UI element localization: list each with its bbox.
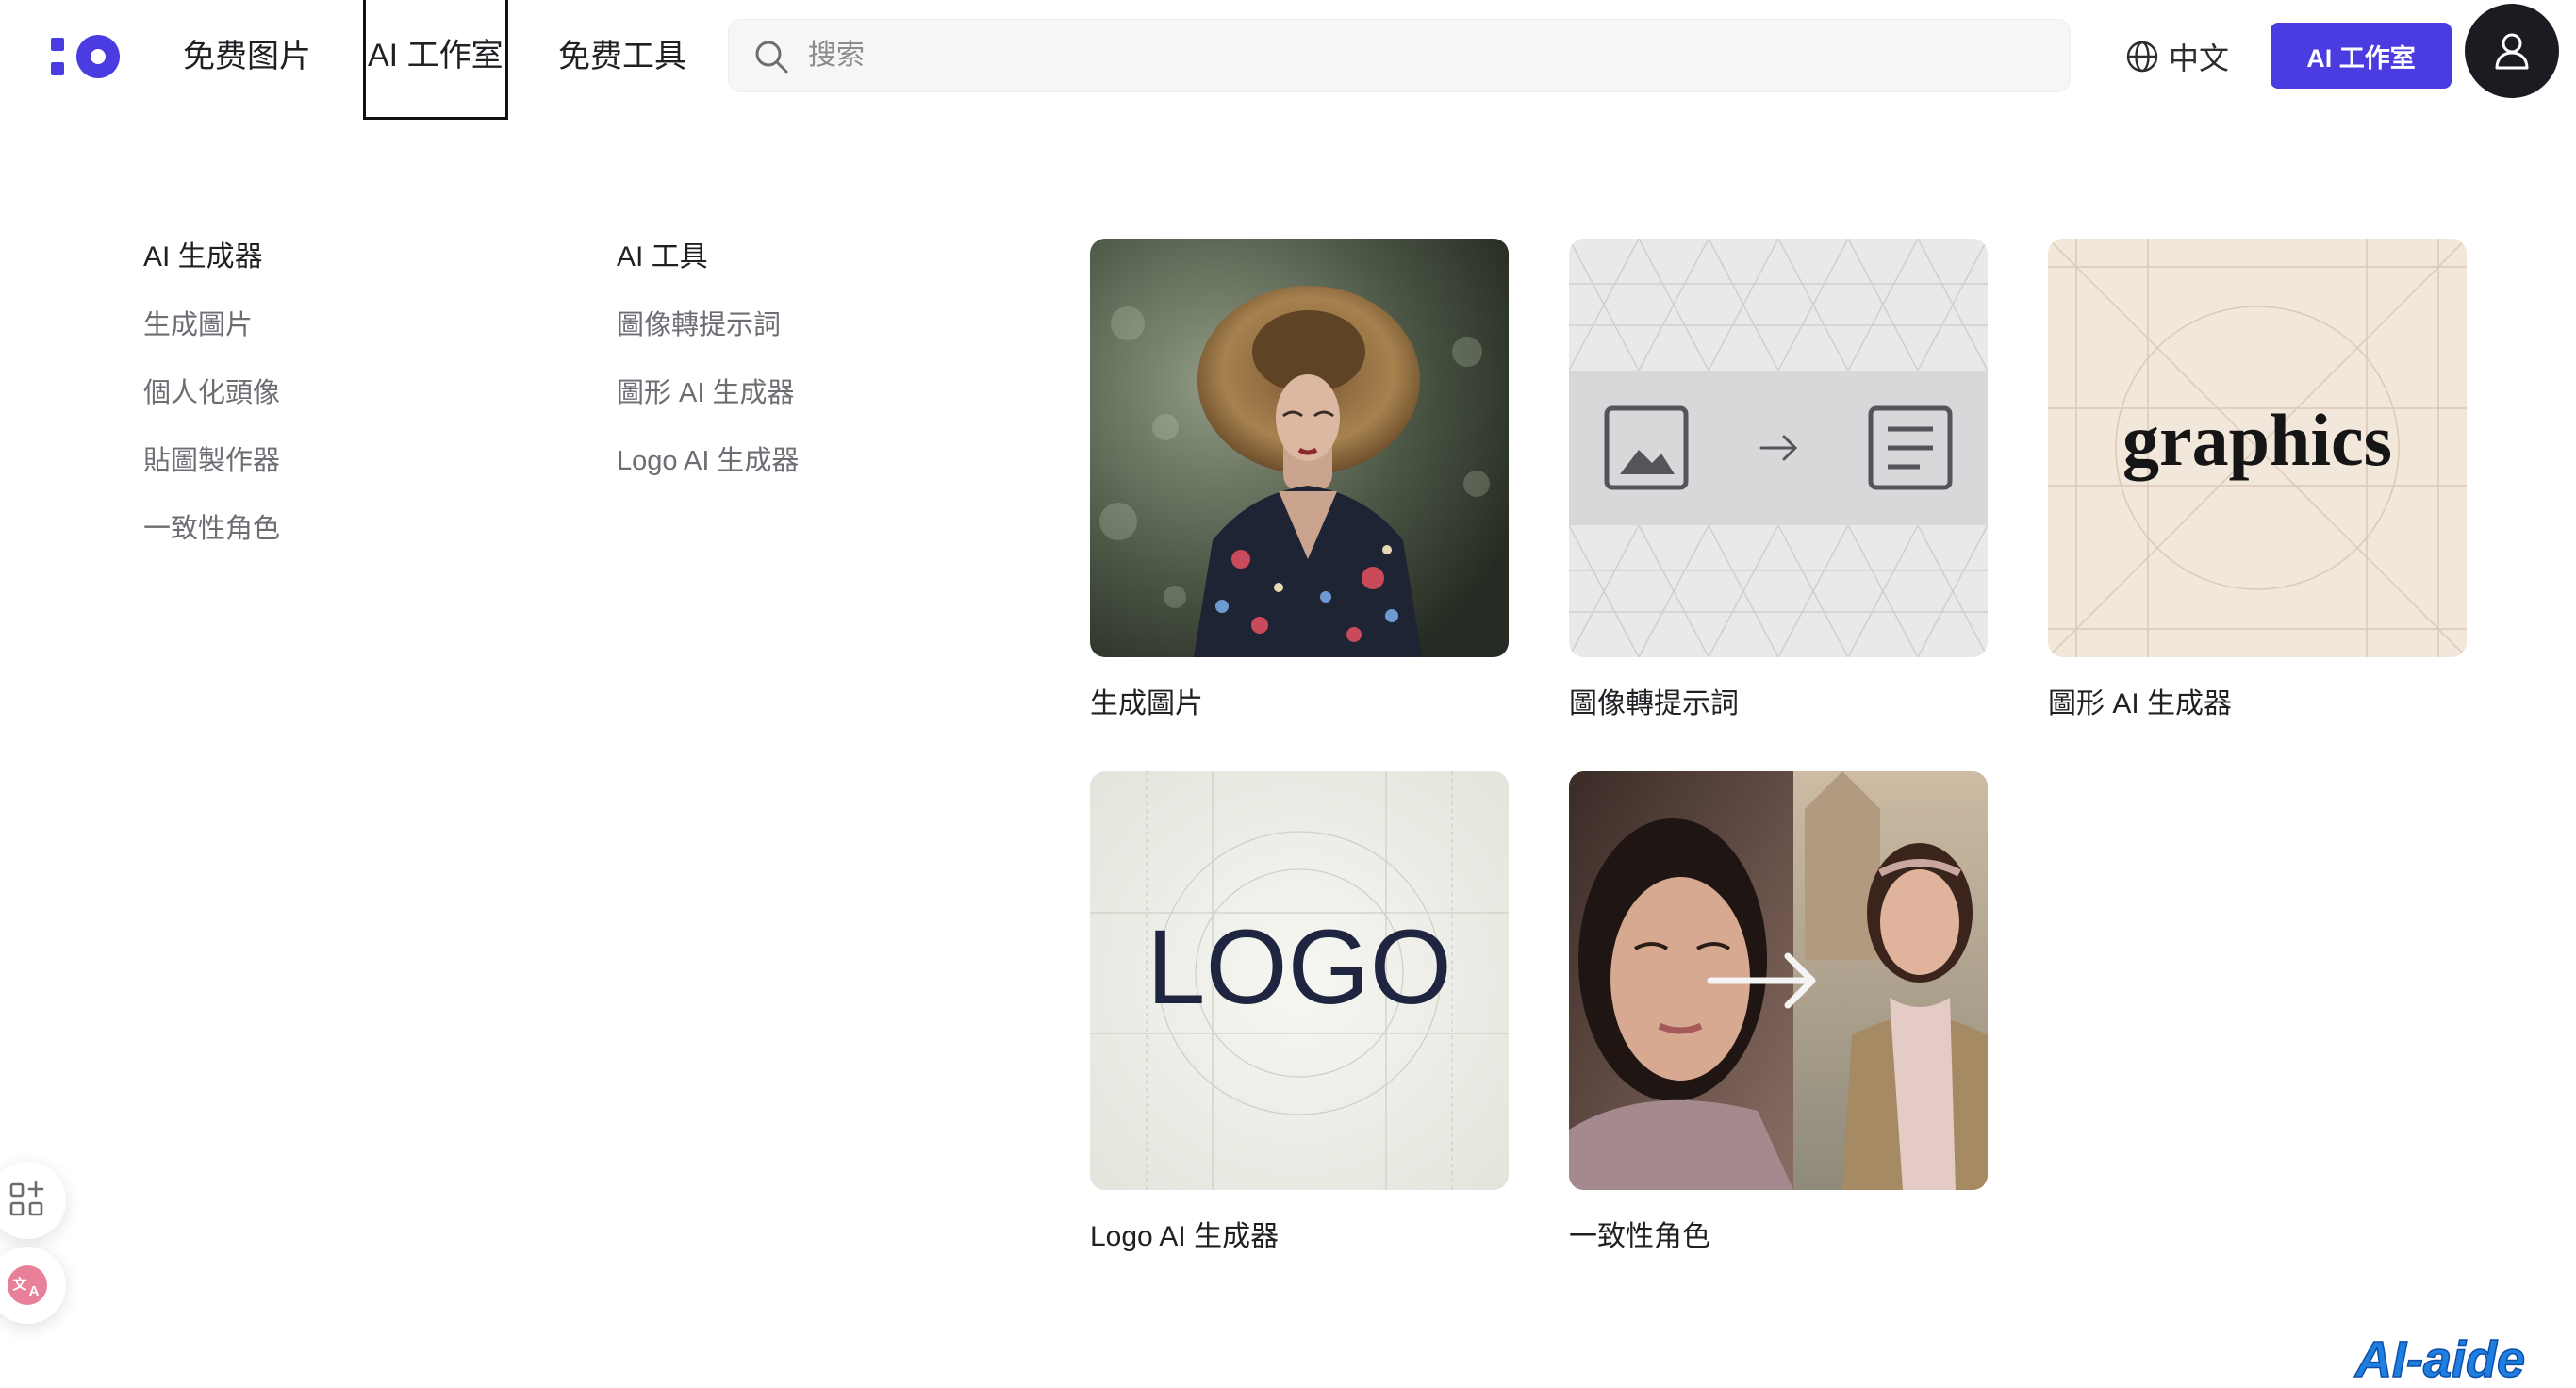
apps-grid-button[interactable] xyxy=(0,1162,66,1239)
nav-ai-studio[interactable]: AI 工作室 xyxy=(363,0,508,120)
card-label: 圖像轉提示詞 xyxy=(1569,688,1739,719)
user-icon xyxy=(2495,33,2529,70)
menu-item-personal-avatar[interactable]: 個人化頭像 xyxy=(143,370,280,417)
menu-heading-generators: AI 生成器 xyxy=(143,241,263,273)
card-consistent-character[interactable]: 一致性角色 xyxy=(1569,771,1988,1256)
search-bar xyxy=(728,19,2071,92)
menu-item-consistent-character[interactable]: 一致性角色 xyxy=(143,505,280,553)
translate-icon: 文 A xyxy=(8,1265,47,1305)
graphics-typography-image: graphics xyxy=(2048,239,2467,657)
nav-free-images[interactable]: 免费图片 xyxy=(183,28,311,85)
fashion-portrait-image xyxy=(1090,239,1509,657)
card-generate-image[interactable]: 生成圖片 xyxy=(1090,239,1509,723)
thumb-graphics-text: graphics xyxy=(2122,399,2392,481)
consistent-character-image xyxy=(1569,771,1988,1190)
nav-free-tools[interactable]: 免费工具 xyxy=(558,28,686,85)
brand-logo-icon[interactable] xyxy=(49,28,124,85)
svg-text:AI-aide: AI-aide xyxy=(2353,1331,2525,1388)
menu-item-graphic-ai-generator[interactable]: 圖形 AI 生成器 xyxy=(617,370,799,417)
card-logo-ai-generator[interactable]: LOGO Logo AI 生成器 xyxy=(1090,771,1509,1256)
ai-studio-button[interactable]: AI 工作室 xyxy=(2271,23,2452,89)
avatar[interactable] xyxy=(2465,4,2559,98)
translate-button[interactable]: 文 A xyxy=(0,1247,66,1324)
top-header: 免费图片 AI 工作室 免费工具 中文 AI 工作室 xyxy=(0,0,2576,120)
menu-ai-tools: AI 工具 圖像轉提示詞 圖形 AI 生成器 Logo AI 生成器 xyxy=(617,234,799,505)
card-image-to-prompt[interactable]: 圖像轉提示詞 xyxy=(1569,239,1988,723)
language-selector[interactable]: 中文 xyxy=(2125,28,2229,85)
card-label: 一致性角色 xyxy=(1569,1221,1710,1252)
watermark-logo: AI-aide xyxy=(2353,1331,2526,1388)
thumb-logo-text: LOGO xyxy=(1147,908,1452,1026)
menu-heading-tools: AI 工具 xyxy=(617,241,708,273)
menu-item-logo-ai-generator[interactable]: Logo AI 生成器 xyxy=(617,438,799,485)
svg-text:A: A xyxy=(29,1283,40,1299)
card-label: Logo AI 生成器 xyxy=(1090,1221,1280,1252)
svg-text:文: 文 xyxy=(12,1276,27,1293)
search-input[interactable] xyxy=(806,20,2032,91)
language-label: 中文 xyxy=(2169,41,2230,75)
logo-typography-image: LOGO xyxy=(1090,771,1509,1190)
search-icon xyxy=(755,41,788,74)
card-label: 圖形 AI 生成器 xyxy=(2048,688,2233,719)
image-to-text-illustration xyxy=(1569,239,1988,657)
card-label: 生成圖片 xyxy=(1090,688,1203,719)
menu-ai-generators: AI 生成器 生成圖片 個人化頭像 貼圖製作器 一致性角色 xyxy=(143,234,280,573)
globe-icon xyxy=(2126,41,2158,73)
apps-grid-icon xyxy=(9,1181,44,1216)
menu-item-generate-image[interactable]: 生成圖片 xyxy=(143,302,280,349)
menu-item-image-to-prompt[interactable]: 圖像轉提示詞 xyxy=(617,302,799,349)
menu-item-sticker-maker[interactable]: 貼圖製作器 xyxy=(143,438,280,485)
card-graphic-ai-generator[interactable]: graphics 圖形 AI 生成器 xyxy=(2048,239,2467,723)
